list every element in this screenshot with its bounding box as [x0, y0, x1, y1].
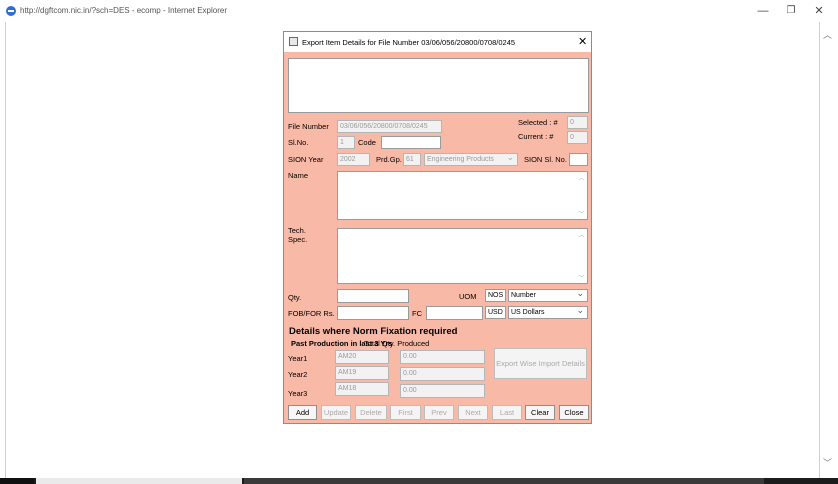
qty-input[interactable]: [337, 289, 409, 303]
taskbar-apps[interactable]: [244, 478, 764, 484]
prdgp-field: 61: [403, 153, 421, 166]
fc-input[interactable]: [426, 306, 483, 320]
export-wise-import-details-button[interactable]: Export Wise Import Details: [494, 348, 587, 379]
sion-slno-input[interactable]: [569, 153, 588, 166]
uom-select[interactable]: Number: [508, 289, 588, 302]
close-window-button[interactable]: ✕: [808, 3, 830, 19]
internet-explorer-icon: [6, 6, 16, 16]
vertical-scrollbar[interactable]: [820, 22, 836, 478]
next-button[interactable]: Next: [458, 405, 488, 420]
scroll-up-icon[interactable]: ︿: [577, 230, 586, 239]
sion-slno-label: SION Sl. No.: [524, 155, 567, 164]
year2-label: Year2: [288, 370, 308, 379]
sion-year-field: 2002: [337, 153, 370, 166]
close-button[interactable]: Close: [559, 405, 589, 420]
restore-button[interactable]: ❐: [780, 3, 802, 19]
name-textarea[interactable]: ︿ ﹀: [337, 171, 588, 220]
message-area: [288, 58, 589, 113]
delete-button[interactable]: Delete: [355, 405, 387, 420]
tech-spec-textarea[interactable]: ︿ ﹀: [337, 228, 588, 284]
year2-field: AM19: [335, 366, 389, 380]
selected-label: Selected : #: [518, 118, 558, 127]
prev-button[interactable]: Prev: [424, 405, 454, 420]
sion-year-label: SION Year: [288, 155, 324, 164]
currency-select[interactable]: US Dollars: [508, 306, 588, 319]
name-label: Name: [288, 171, 309, 180]
year1-field: AM20: [335, 350, 389, 364]
uom-code-field[interactable]: NOS: [485, 289, 506, 302]
year1-qty-field: 0.00: [400, 350, 485, 364]
first-button[interactable]: First: [390, 405, 421, 420]
current-label: Current : #: [518, 132, 554, 141]
year3-label: Year3: [288, 389, 308, 398]
fob-label: FOB/FOR Rs.: [288, 309, 335, 318]
update-button[interactable]: Update: [321, 405, 351, 420]
taskbar-search[interactable]: [36, 478, 242, 484]
currency-code-field[interactable]: USD: [485, 306, 506, 319]
dialog-title: Export Item Details for File Number 03/0…: [302, 38, 516, 47]
year2-qty-field: 0.00: [400, 367, 485, 381]
java-window-icon: [289, 37, 298, 46]
prdgp-label: Prd.Gp.: [376, 155, 402, 164]
fc-label: FC: [412, 309, 422, 318]
minimize-button[interactable]: —: [752, 3, 774, 19]
uom-label: UOM: [459, 292, 477, 301]
spec-label: Spec.: [288, 235, 308, 244]
dialog-close-icon[interactable]: ✕: [578, 35, 587, 48]
clear-button[interactable]: Clear: [525, 405, 555, 420]
product-group-select[interactable]: Engineering Products: [424, 153, 518, 166]
current-count-field: 0: [567, 131, 588, 144]
slno-label: Sl.No.: [288, 138, 309, 147]
scroll-up-icon[interactable]: ︿: [577, 173, 586, 182]
fob-input[interactable]: [337, 306, 409, 320]
norm-fixation-heading: Details where Norm Fixation required: [289, 326, 458, 337]
file-number-label: File Number: [288, 122, 329, 131]
window-title: http://dgftcom.nic.in/?sch=DES - ecomp -…: [20, 6, 227, 15]
total-qty-label: Total Qty. Produced: [364, 339, 430, 348]
tech-label: Tech.: [288, 226, 306, 235]
year3-field: AM18: [335, 382, 389, 396]
scroll-down-icon[interactable]: ﹀: [577, 273, 586, 282]
year3-qty-field: 0.00: [400, 384, 485, 398]
code-input[interactable]: [381, 136, 441, 149]
scroll-down-icon[interactable]: ﹀: [823, 456, 832, 469]
slno-field: 1: [337, 136, 355, 149]
year1-label: Year1: [288, 354, 308, 363]
selected-count-field: 0: [567, 116, 588, 129]
add-button[interactable]: Add: [288, 405, 317, 420]
scroll-down-icon[interactable]: ﹀: [577, 209, 586, 218]
code-label: Code: [358, 138, 376, 147]
file-number-field: 03/06/056/20800/0708/0245: [337, 120, 442, 133]
taskbar-start[interactable]: [0, 478, 34, 484]
scroll-up-icon[interactable]: ︿: [823, 28, 832, 41]
last-button[interactable]: Last: [492, 405, 522, 420]
qty-label: Qty.: [288, 293, 302, 302]
